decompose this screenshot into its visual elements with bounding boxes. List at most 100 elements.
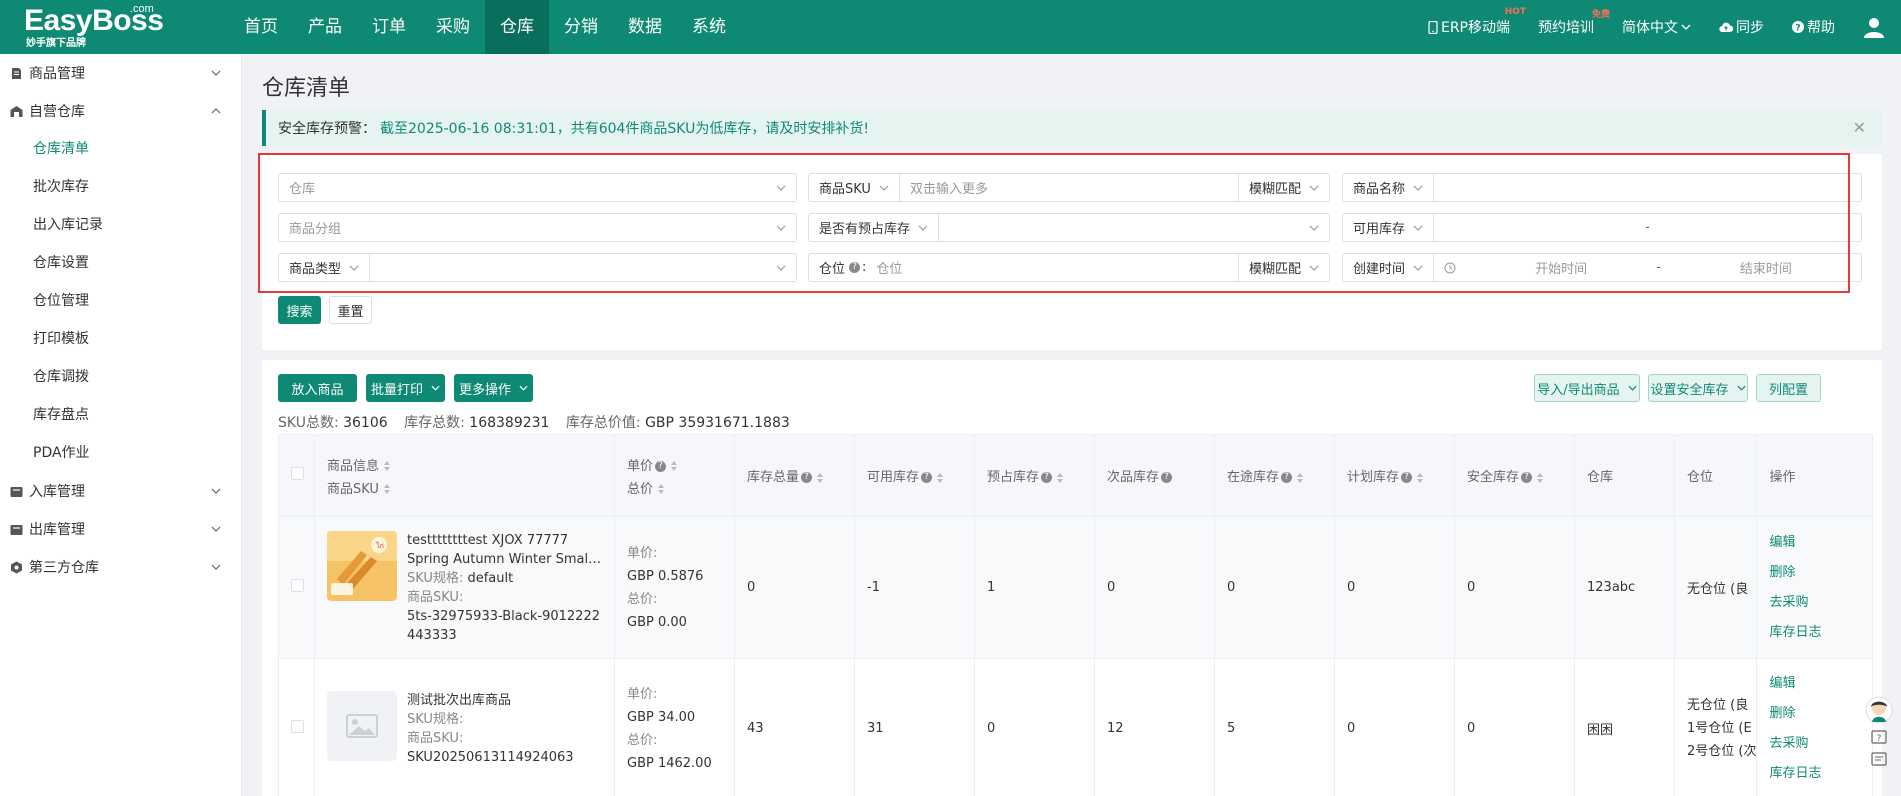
image-placeholder-icon[interactable] (327, 690, 397, 761)
sku-search-input[interactable]: 双击输入更多 (900, 178, 1238, 197)
sort-icon[interactable] (1056, 472, 1064, 484)
nav-warehouse[interactable]: 仓库 (485, 0, 549, 54)
training-link[interactable]: 预约培训 免费 (1538, 10, 1610, 37)
preoccupied-cell[interactable]: 1 (974, 516, 1095, 659)
sort-icon[interactable] (1416, 472, 1424, 484)
created-field-select[interactable]: 创建时间 (1343, 254, 1435, 281)
sidebar-group-own-warehouse[interactable]: 自营仓库 (0, 92, 241, 130)
question-icon[interactable]: ? (801, 472, 813, 483)
start-time-input[interactable]: 开始时间 (1456, 258, 1656, 277)
sort-icon[interactable] (383, 483, 391, 495)
support-avatar-icon[interactable] (1865, 696, 1893, 724)
nav-orders[interactable]: 订单 (357, 0, 421, 54)
sort-icon[interactable] (383, 460, 391, 472)
sidebar-item-location-management[interactable]: 仓位管理 (0, 282, 241, 320)
sidebar-item-pda[interactable]: PDA作业 (0, 434, 241, 472)
nav-system[interactable]: 系统 (677, 0, 741, 54)
nav-purchase[interactable]: 采购 (421, 0, 485, 54)
search-button[interactable]: 搜索 (278, 296, 321, 324)
warehouse-select[interactable]: 仓库 (278, 173, 797, 202)
reset-button[interactable]: 重置 (329, 296, 372, 324)
question-icon[interactable]: ? (921, 472, 933, 483)
location-entry: 1号仓位 (E (1687, 721, 1752, 736)
row-checkbox[interactable] (291, 720, 304, 733)
language-select[interactable]: 简体中文 (1622, 17, 1691, 37)
more-actions-button[interactable]: 更多操作 (454, 374, 533, 402)
location-input[interactable]: 仓位 (866, 258, 1238, 277)
end-time-input[interactable]: 结束时间 (1661, 258, 1861, 277)
edit-link[interactable]: 编辑 (1769, 528, 1872, 558)
sidebar-group-third-party[interactable]: 第三方仓库 (0, 548, 241, 586)
close-icon[interactable]: ✕ (1853, 118, 1866, 137)
set-safety-stock-button[interactable]: 设置安全库存 (1648, 374, 1748, 402)
product-title[interactable]: testtttttttest XJOX 77777 Spring Autumn … (407, 531, 603, 569)
sidebar-group-inbound[interactable]: 入库管理 (0, 472, 241, 510)
product-thumbnail[interactable]: ไก่ (327, 530, 397, 601)
sync-button[interactable]: 同步 (1719, 17, 1764, 37)
import-export-button[interactable]: 导入/导出商品 (1534, 374, 1640, 402)
sort-icon[interactable] (816, 472, 824, 484)
purchase-link[interactable]: 去采购 (1769, 729, 1872, 759)
group-select[interactable]: 商品分组 (278, 213, 797, 242)
sidebar-item-batch-stock[interactable]: 批次库存 (0, 168, 241, 206)
nav-data[interactable]: 数据 (613, 0, 677, 54)
delete-link[interactable]: 删除 (1769, 558, 1872, 588)
match-mode-select[interactable]: 模糊匹配 (1237, 174, 1329, 201)
delete-link[interactable]: 删除 (1769, 699, 1872, 729)
sidebar-group-outbound[interactable]: 出库管理 (0, 510, 241, 548)
put-in-product-button[interactable]: 放入商品 (278, 374, 357, 402)
nav-products[interactable]: 产品 (293, 0, 357, 54)
question-icon[interactable]: ? (1281, 472, 1293, 483)
sort-icon[interactable] (657, 483, 665, 495)
help-button[interactable]: ? 帮助 (1792, 17, 1835, 37)
question-icon[interactable]: ? (1401, 472, 1413, 483)
sort-icon[interactable] (936, 472, 944, 484)
sidebar-group-label: 自营仓库 (29, 104, 85, 120)
sku-field-select[interactable]: 商品SKU (809, 174, 900, 201)
faq-icon[interactable]: ? (1871, 730, 1887, 746)
chevron-down-icon (211, 564, 221, 570)
nav-distribution[interactable]: 分销 (549, 0, 613, 54)
easyboss-logo[interactable]: EasyBoss .com 妙手旗下品牌 (24, 3, 164, 50)
purchase-link[interactable]: 去采购 (1769, 588, 1872, 618)
question-icon[interactable]: ? (1161, 472, 1173, 483)
sort-icon[interactable] (1296, 472, 1304, 484)
sort-icon[interactable] (1536, 472, 1544, 484)
sku-field-label: 商品SKU (819, 182, 871, 197)
batch-print-button[interactable]: 批量打印 (366, 374, 445, 402)
name-field-select[interactable]: 商品名称 (1343, 174, 1435, 201)
edit-link[interactable]: 编辑 (1769, 669, 1872, 699)
question-icon[interactable]: ? (1041, 472, 1053, 483)
stock-log-link[interactable]: 库存日志 (1769, 618, 1872, 648)
feedback-icon[interactable] (1871, 752, 1887, 768)
sidebar-item-transfer[interactable]: 仓库调拨 (0, 358, 241, 396)
unit-price-label: 单价: (627, 545, 658, 561)
preoccupy-field-select[interactable]: 是否有预占库存 (809, 214, 940, 241)
nav-home[interactable]: 首页 (229, 0, 293, 54)
sidebar-item-stocktake[interactable]: 库存盘点 (0, 396, 241, 434)
page-title: 仓库清单 (262, 76, 351, 101)
sidebar-item-print-template[interactable]: 打印模板 (0, 320, 241, 358)
question-icon[interactable]: ? (849, 262, 861, 273)
warehouse-icon (10, 105, 23, 117)
sidebar-item-warehouse-settings[interactable]: 仓库设置 (0, 244, 241, 282)
sidebar-item-warehouse-list[interactable]: 仓库清单 (0, 130, 241, 168)
column-config-button[interactable]: 列配置 (1756, 374, 1821, 402)
in-transit-cell[interactable]: 5 (1214, 658, 1335, 796)
type-field-select[interactable]: 商品类型 (279, 254, 371, 281)
question-icon[interactable]: ? (1521, 472, 1533, 483)
row-checkbox[interactable] (291, 579, 304, 592)
sort-icon[interactable] (670, 460, 678, 472)
stock-log-link[interactable]: 库存日志 (1769, 759, 1872, 789)
sidebar-item-io-records[interactable]: 出入库记录 (0, 206, 241, 244)
available-field-select[interactable]: 可用库存 (1343, 214, 1435, 241)
question-icon[interactable]: ? (655, 460, 667, 472)
select-all-checkbox[interactable] (291, 467, 304, 480)
user-avatar-icon[interactable] (1863, 16, 1885, 38)
product-title[interactable]: 测试批次出库商品 (407, 691, 603, 710)
sidebar-group-products[interactable]: 商品管理 (0, 54, 241, 92)
preoccupy-filter-group: 是否有预占库存 (808, 213, 1330, 242)
alert-message[interactable]: 截至2025-06-16 08:31:01，共有604件商品SKU为低库存，请及… (380, 118, 869, 138)
erp-mobile-link[interactable]: ERP移动端 HOT (1428, 7, 1526, 37)
match-mode-select-2[interactable]: 模糊匹配 (1237, 254, 1329, 281)
